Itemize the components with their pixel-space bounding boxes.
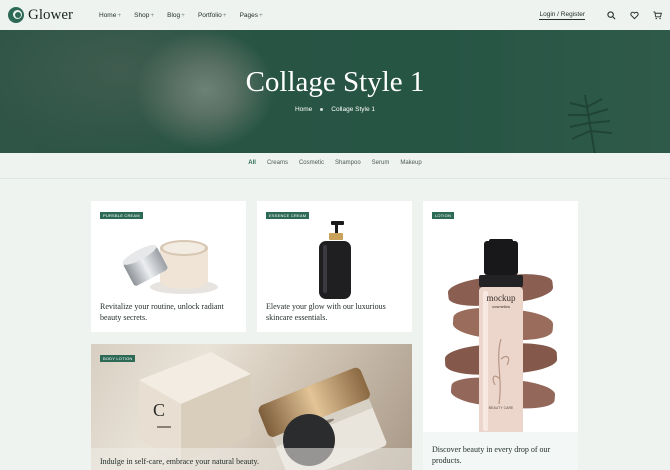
nav-item-portfolio[interactable]: Portfolio+ <box>198 12 227 19</box>
breadcrumb: Home Collage Style 1 <box>0 106 670 113</box>
main-nav: Home+ Shop+ Blog+ Portfolio+ Pages+ <box>99 12 263 19</box>
bottle-footer: BEAUTY CARE <box>488 406 514 410</box>
breadcrumb-separator-icon <box>320 107 324 111</box>
card-caption: Indulge in self-care, embrace your natur… <box>100 457 259 466</box>
cart-icon[interactable] <box>652 10 662 20</box>
category-badge: LOTION <box>432 212 455 219</box>
plus-icon: + <box>259 11 263 19</box>
pump-bottle-image <box>319 221 351 299</box>
header-actions: Login / Register <box>539 10 662 20</box>
nav-item-pages[interactable]: Pages+ <box>240 12 263 19</box>
filter-creams[interactable]: Creams <box>267 160 288 166</box>
card-caption: Discover beauty in every drop of our pro… <box>432 445 551 465</box>
nav-item-shop[interactable]: Shop+ <box>134 12 154 19</box>
filter-all[interactable]: All <box>248 160 256 166</box>
brand-name: Glower <box>28 6 73 23</box>
filter-serum[interactable]: Serum <box>372 160 390 166</box>
breadcrumb-home[interactable]: Home <box>295 106 312 113</box>
filter-shampoo[interactable]: Shampoo <box>335 160 361 166</box>
bottle-subtitle: cosmetics <box>492 304 510 309</box>
plus-icon: + <box>150 11 155 19</box>
portfolio-card[interactable]: LOTION mockup cosmetics BEAUTY CARE Disc… <box>423 201 578 470</box>
category-filters: All Creams Cosmetic Shampoo Serum Makeup <box>0 160 670 166</box>
logo-icon <box>8 7 24 23</box>
category-badge: PURSBLE CREAM <box>100 212 143 219</box>
site-header: Glower Home+ Shop+ Blog+ Portfolio+ Page… <box>0 0 670 30</box>
svg-text:C: C <box>153 400 165 420</box>
plus-icon: + <box>222 11 227 19</box>
login-register-link[interactable]: Login / Register <box>539 11 585 20</box>
plus-icon: + <box>181 11 185 19</box>
logo[interactable]: Glower <box>8 7 73 24</box>
heart-icon[interactable] <box>629 10 639 20</box>
portfolio-card[interactable]: BODY LOTION C Indulge in self-care, embr… <box>91 344 412 470</box>
portfolio-card[interactable]: ESSENCE CREAM Elevate your glow with our… <box>257 201 412 332</box>
bottle-brand: mockup <box>486 293 516 303</box>
card-caption: Elevate your glow with our luxurious ski… <box>266 302 386 322</box>
category-badge: BODY LOTION <box>100 355 136 362</box>
section-divider <box>0 178 670 179</box>
breadcrumb-current: Collage Style 1 <box>331 106 376 113</box>
filter-cosmetic[interactable]: Cosmetic <box>299 160 324 166</box>
card-caption: Revitalize your routine, unlock radiant … <box>100 302 224 322</box>
cream-jar-image <box>122 240 218 294</box>
nav-item-blog[interactable]: Blog+ <box>167 12 185 19</box>
page-title: Collage Style 1 <box>245 66 425 98</box>
filter-makeup[interactable]: Makeup <box>400 160 421 166</box>
page-hero: Collage Style 1 Home Collage Style 1 <box>0 30 670 153</box>
foundation-bottle-image <box>479 239 523 437</box>
search-icon[interactable] <box>606 10 616 20</box>
nav-item-home[interactable]: Home+ <box>99 12 121 19</box>
plus-icon: + <box>117 11 122 19</box>
portfolio-card[interactable]: PURSBLE CREAM Revitalize your routine, u… <box>91 201 246 332</box>
category-badge: ESSENCE CREAM <box>266 212 310 219</box>
